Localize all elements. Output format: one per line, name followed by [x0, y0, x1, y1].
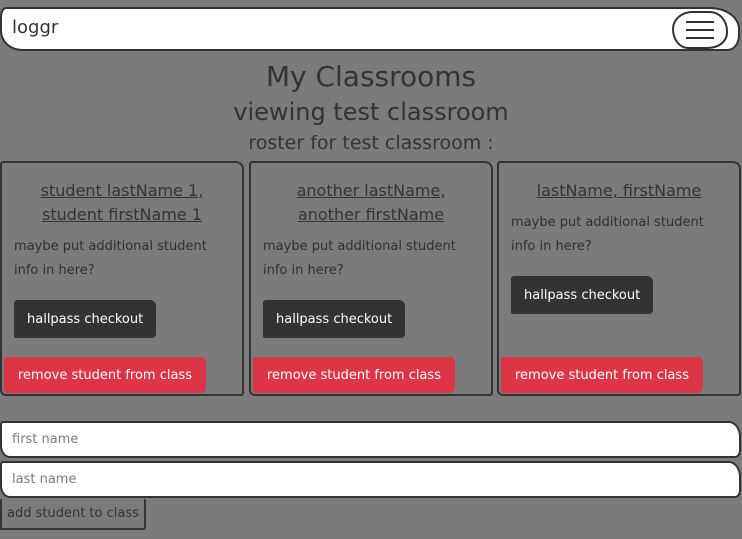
- student-name[interactable]: lastName, firstName: [509, 179, 729, 203]
- student-info: maybe put additional student info in her…: [263, 239, 456, 278]
- remove-student-button[interactable]: remove student from class: [4, 357, 206, 393]
- student-info: maybe put additional student info in her…: [511, 215, 704, 254]
- remove-student-button[interactable]: remove student from class: [253, 357, 455, 393]
- student-card: lastName, firstName maybe put additional…: [497, 161, 741, 396]
- hamburger-menu-icon: [686, 29, 714, 31]
- page-subtitle: viewing test classroom: [233, 98, 509, 126]
- student-cards: student lastName 1, student firstName 1 …: [0, 161, 742, 396]
- student-name[interactable]: another lastName, another firstName: [281, 179, 461, 227]
- hamburger-menu-icon: [686, 21, 714, 23]
- student-name[interactable]: student lastName 1, student firstName 1: [32, 179, 212, 227]
- hallpass-checkout-button[interactable]: hallpass checkout: [14, 300, 157, 338]
- first-name-input[interactable]: [0, 421, 741, 458]
- brand-logo[interactable]: loggr: [12, 17, 58, 38]
- add-student-button[interactable]: add student to class: [0, 499, 146, 530]
- page-title: My Classrooms: [265, 60, 477, 93]
- navbar: loggr: [0, 7, 740, 51]
- hamburger-menu-icon: [686, 37, 714, 39]
- hallpass-checkout-button[interactable]: hallpass checkout: [511, 276, 654, 314]
- student-card: student lastName 1, student firstName 1 …: [0, 161, 244, 396]
- navbar-toggler-button[interactable]: [672, 11, 728, 49]
- remove-student-button[interactable]: remove student from class: [501, 357, 703, 393]
- student-card: another lastName, another firstName mayb…: [249, 161, 493, 396]
- student-info: maybe put additional student info in her…: [14, 239, 207, 278]
- last-name-input[interactable]: [0, 461, 741, 498]
- roster-heading: roster for test classroom :: [248, 132, 494, 154]
- hallpass-checkout-button[interactable]: hallpass checkout: [263, 300, 406, 338]
